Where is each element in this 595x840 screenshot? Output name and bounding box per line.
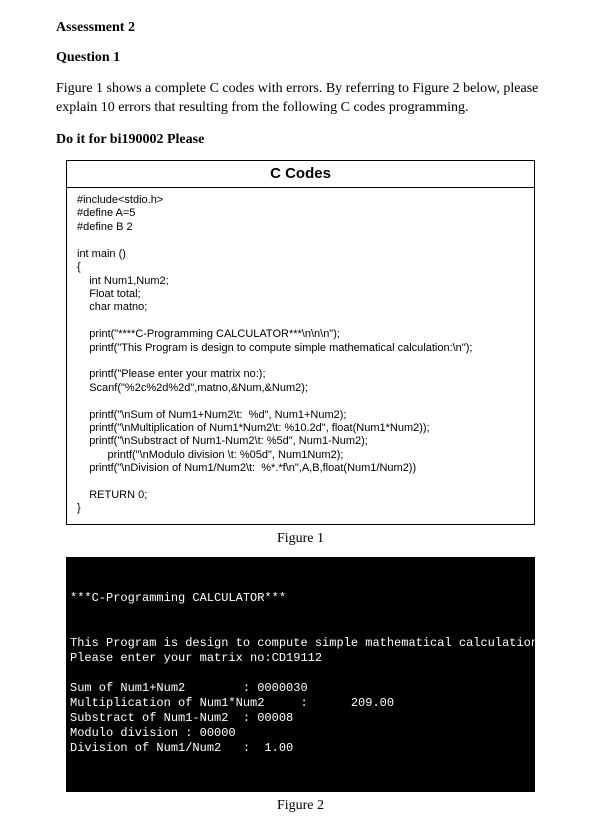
terminal-text: ***C-Programming CALCULATOR*** This Prog… — [70, 591, 529, 756]
c-codes-title: C Codes — [67, 161, 534, 188]
do-it-line: Do it for bi190002 Please — [56, 132, 545, 148]
figure-2-caption: Figure 2 — [56, 798, 545, 814]
terminal-output: ***C-Programming CALCULATOR*** This Prog… — [66, 557, 535, 792]
page: Assessment 2 Question 1 Figure 1 shows a… — [0, 0, 595, 840]
c-codes-box: C Codes #include<stdio.h> #define A=5 #d… — [66, 160, 535, 525]
question-heading: Question 1 — [56, 50, 545, 66]
c-codes-content: #include<stdio.h> #define A=5 #define B … — [67, 188, 534, 524]
assessment-title: Assessment 2 — [56, 20, 545, 36]
figure-1-caption: Figure 1 — [56, 531, 545, 547]
question-text: Figure 1 shows a complete C codes with e… — [56, 80, 545, 118]
